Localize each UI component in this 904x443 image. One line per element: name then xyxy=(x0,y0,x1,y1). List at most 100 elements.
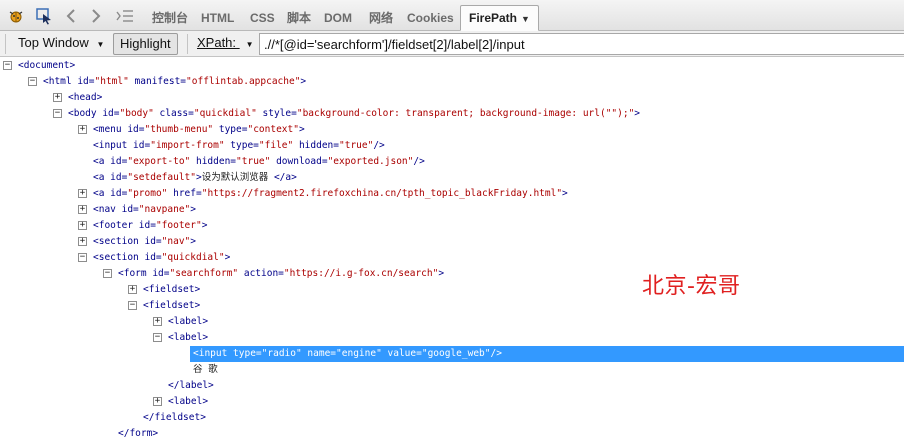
expand-icon[interactable]: + xyxy=(153,397,162,406)
node-attr-text: type= xyxy=(233,348,262,359)
tree-node[interactable]: <fieldset> xyxy=(143,298,200,314)
node-tag-text: <head> xyxy=(68,92,103,103)
tab-firepath[interactable]: FirePath ▼ xyxy=(460,5,539,31)
collapse-icon[interactable]: − xyxy=(103,269,112,278)
node-attr-text: name= xyxy=(301,348,337,359)
node-tag-text: </fieldset> xyxy=(143,412,206,423)
xpath-selector-dropdown[interactable]: XPath: ▼ xyxy=(191,33,260,55)
node-attr-text: id= xyxy=(152,268,170,279)
tree-node[interactable]: <footer id="footer"> xyxy=(93,218,207,234)
expand-icon[interactable]: + xyxy=(78,125,87,134)
node-tag-text: <fieldset> xyxy=(143,284,201,295)
dom-tree[interactable]: − <document> − <html id="html" manifest="of… xyxy=(0,57,904,443)
tree-node[interactable]: <nav id="navpane"> xyxy=(93,202,196,218)
expand-icon[interactable]: + xyxy=(78,189,87,198)
node-attr-text: value= xyxy=(381,348,422,359)
collapse-icon[interactable]: − xyxy=(3,61,12,70)
tree-node[interactable]: <label> xyxy=(168,394,208,410)
tree-node[interactable]: <section id="quickdial"> xyxy=(93,250,230,266)
top-window-dropdown[interactable]: Top Window ▼ xyxy=(12,33,110,55)
devtools-tab-bar: 控制台 HTML CSS 脚本 DOM 网络 Cookies FirePath ▼ xyxy=(0,0,904,31)
tree-node[interactable]: <html id="html" manifest="offlintab.appc… xyxy=(43,74,306,90)
node-tag-text: <a xyxy=(93,172,111,183)
node-tag-text: > xyxy=(224,252,231,263)
tree-node[interactable]: <input id="import-from" type="file" hidd… xyxy=(93,138,385,154)
node-attr-text: download= xyxy=(270,156,328,167)
node-attr-text: id= xyxy=(102,108,120,119)
node-val-text: "promo" xyxy=(127,188,168,199)
node-tag-text: <form xyxy=(118,268,153,279)
forward-icon[interactable] xyxy=(87,6,105,26)
tree-node[interactable]: <document> xyxy=(18,58,75,74)
tree-node[interactable]: </label> xyxy=(168,378,214,394)
expand-icon[interactable]: + xyxy=(128,285,137,294)
collapse-icon[interactable]: − xyxy=(28,77,37,86)
expand-icon[interactable]: + xyxy=(78,221,87,230)
tree-node[interactable]: <head> xyxy=(68,90,102,106)
node-val-text: "thumb-menu" xyxy=(144,124,214,135)
node-val-text: "offlintab.appcache" xyxy=(186,76,301,87)
node-val-text: "setdefault" xyxy=(127,172,196,183)
firebug-icon[interactable] xyxy=(6,6,26,26)
tree-node[interactable]: <fieldset> xyxy=(143,282,200,298)
collapse-icon[interactable]: − xyxy=(128,301,137,310)
node-tag-text: > xyxy=(298,124,305,135)
node-attr-text: id= xyxy=(144,236,162,247)
tree-node[interactable]: <body id="body" class="quickdial" style=… xyxy=(68,106,640,122)
collapse-icon[interactable]: − xyxy=(53,109,62,118)
back-icon[interactable] xyxy=(62,6,80,26)
node-attr-text: href= xyxy=(167,188,202,199)
node-tag-text: > xyxy=(190,236,196,247)
node-attr-text: manifest= xyxy=(128,76,187,87)
tree-node[interactable]: </form> xyxy=(118,426,158,442)
expand-icon[interactable]: + xyxy=(53,93,62,102)
tree-node[interactable]: <label> xyxy=(168,314,208,330)
node-tag-text: /> xyxy=(490,348,502,359)
expand-icon[interactable]: + xyxy=(78,237,87,246)
tab-css[interactable]: CSS xyxy=(248,7,277,29)
tree-node[interactable]: 谷 歌 xyxy=(193,362,218,378)
node-tag-text: <footer xyxy=(93,220,139,231)
tab-network[interactable]: 网络 xyxy=(367,7,395,29)
expand-icon[interactable]: + xyxy=(153,317,162,326)
tab-script[interactable]: 脚本 xyxy=(285,7,313,29)
tree-node[interactable]: <menu id="thumb-menu" type="context"> xyxy=(93,122,305,138)
collapse-icon[interactable]: − xyxy=(153,333,162,342)
tree-node[interactable]: <label> xyxy=(168,330,208,346)
tab-firepath-label: FirePath xyxy=(469,11,518,25)
tree-node[interactable]: <section id="nav"> xyxy=(93,234,196,250)
node-tag-text: > xyxy=(201,220,208,231)
node-attr-text: hidden= xyxy=(293,140,339,151)
inspect-element-icon[interactable] xyxy=(34,6,54,26)
collapse-icon[interactable]: − xyxy=(78,253,87,262)
tab-cookies[interactable]: Cookies xyxy=(405,7,456,29)
tree-node-selected[interactable]: <input type="radio" name="engine" value=… xyxy=(190,346,904,362)
node-attr-text: type= xyxy=(224,140,259,151)
node-val-text: "file" xyxy=(258,140,294,151)
chevron-down-icon: ▼ xyxy=(245,40,254,49)
xpath-input[interactable] xyxy=(259,33,904,55)
node-tag-text: <body xyxy=(68,108,103,119)
node-tag-text: <section xyxy=(93,252,145,263)
node-attr-text: action= xyxy=(238,268,284,279)
tab-console[interactable]: 控制台 xyxy=(150,7,190,29)
tree-node[interactable]: <a id="export-to" hidden="true" download… xyxy=(93,154,425,170)
highlight-button[interactable]: Highlight xyxy=(113,33,178,55)
node-attr-text: id= xyxy=(138,220,156,231)
tree-node[interactable]: </fieldset> xyxy=(143,410,206,426)
expand-icon[interactable]: + xyxy=(78,205,87,214)
chevron-down-icon: ▼ xyxy=(521,14,530,24)
node-tag-text: <html xyxy=(43,76,78,87)
tree-node[interactable]: <a id="setdefault">设为默认浏览器 </a> xyxy=(93,170,297,186)
tab-dom[interactable]: DOM xyxy=(322,7,354,29)
node-val-text: "https://i.g-fox.cn/search" xyxy=(283,268,439,279)
tree-node[interactable]: <a id="promo" href="https://fragment2.fi… xyxy=(93,186,568,202)
tab-html[interactable]: HTML xyxy=(199,7,236,29)
node-val-text: "true" xyxy=(236,156,271,167)
node-txt-text: 谷 歌 xyxy=(193,364,218,375)
tree-node[interactable]: <form id="searchform" action="https://i.… xyxy=(118,266,444,282)
command-list-icon[interactable] xyxy=(114,6,136,26)
node-attr-text: id= xyxy=(110,172,128,183)
node-val-text: "navpane" xyxy=(138,204,191,215)
node-val-text: "https://fragment2.firefoxchina.cn/tpth_… xyxy=(201,188,563,199)
